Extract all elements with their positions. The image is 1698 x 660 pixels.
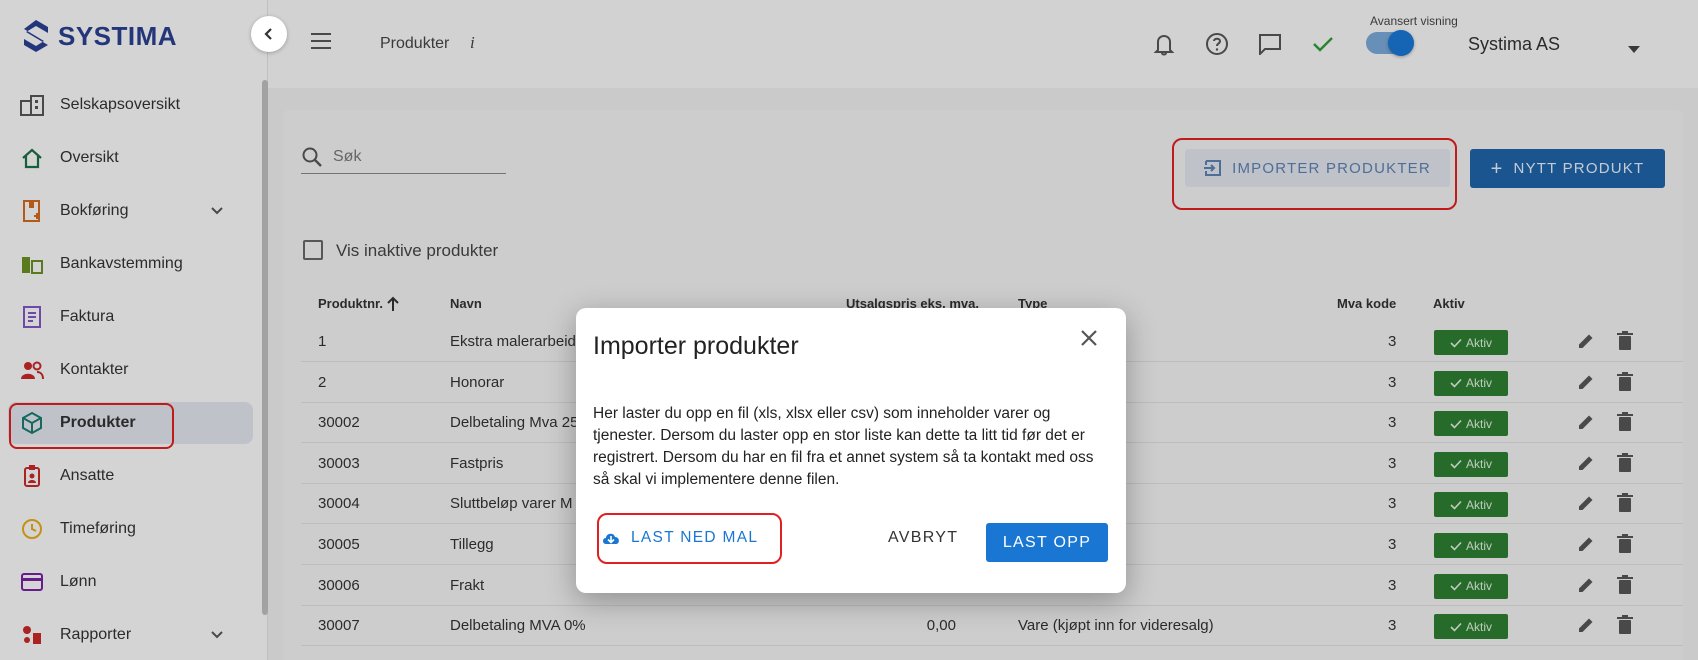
chevron-left-icon bbox=[264, 28, 272, 40]
cancel-button[interactable]: AVBRYT bbox=[888, 523, 958, 553]
dialog-body-text: Her laster du opp en fil (xls, xlsx elle… bbox=[593, 405, 1094, 488]
highlight-download-button bbox=[597, 513, 782, 564]
import-products-dialog: Importer produkter Her laster du opp en … bbox=[576, 308, 1126, 593]
dialog-title: Importer produkter bbox=[593, 332, 799, 360]
collapse-sidebar-button[interactable] bbox=[251, 16, 287, 52]
close-icon[interactable] bbox=[1079, 328, 1099, 353]
upload-button[interactable]: LAST OPP bbox=[986, 523, 1108, 562]
